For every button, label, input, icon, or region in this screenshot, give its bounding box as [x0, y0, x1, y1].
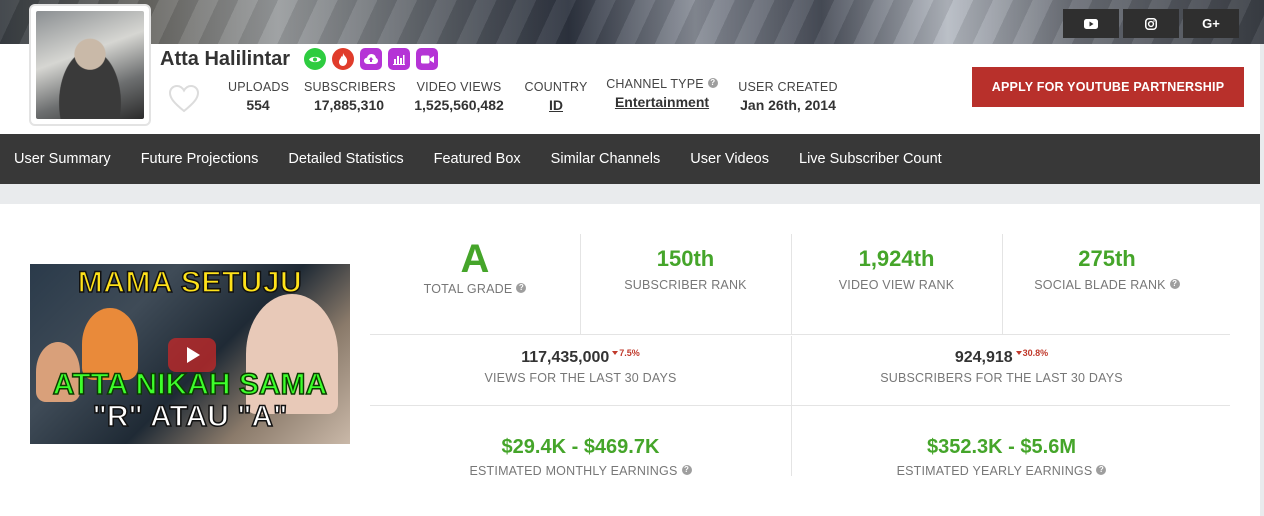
thumbnail-line2: ATTA NIKAH SAMA: [52, 367, 328, 402]
play-icon[interactable]: [168, 338, 216, 372]
estimated-yearly-earnings: $352.3K - $5.6M ESTIMATED YEARLY EARNING…: [791, 436, 1212, 478]
stat-uploads: UPLOADS 554: [228, 80, 290, 113]
instagram-link[interactable]: [1123, 9, 1179, 38]
help-icon[interactable]: ?: [681, 465, 692, 475]
channel-badges: [304, 48, 438, 70]
nav-detailed-statistics[interactable]: Detailed Statistics: [288, 151, 403, 167]
total-grade: A TOTAL GRADE?: [370, 238, 580, 296]
nav-similar-channels[interactable]: Similar Channels: [551, 151, 661, 167]
thumbnail-line3: "R" ATAU "A": [92, 399, 288, 434]
googleplus-link[interactable]: G+: [1183, 9, 1239, 38]
views-last-30-days: 117,435,000 7.5% VIEWS FOR THE LAST 30 DA…: [484, 348, 677, 385]
nav-user-summary[interactable]: User Summary: [14, 151, 111, 167]
bar-chart-icon[interactable]: [388, 48, 410, 70]
googleplus-icon: G+: [1202, 16, 1220, 31]
video-camera-icon[interactable]: [416, 48, 438, 70]
app-root: G+ Atta Halilintar UPLOADS 554 SUBSCRIBE…: [0, 0, 1264, 516]
eye-icon[interactable]: [304, 48, 326, 70]
featured-video-thumbnail[interactable]: MAMA SETUJU ATTA NIKAH SAMA "R" ATAU "A": [30, 264, 350, 444]
nav-live-subscriber-count[interactable]: Live Subscriber Count: [799, 151, 942, 167]
main-nav: User Summary Future Projections Detailed…: [0, 134, 1260, 184]
nav-future-projections[interactable]: Future Projections: [141, 151, 259, 167]
help-icon[interactable]: ?: [707, 78, 718, 88]
apply-partnership-button[interactable]: APPLY FOR YOUTUBE PARTNERSHIP: [972, 67, 1244, 107]
heart-icon[interactable]: [168, 84, 200, 114]
nav-featured-box[interactable]: Featured Box: [434, 151, 521, 167]
country-link[interactable]: ID: [523, 97, 589, 113]
nav-user-videos[interactable]: User Videos: [690, 151, 769, 167]
avatar-image: [36, 11, 144, 119]
social-blade-rank: 275th SOCIAL BLADE RANK?: [1002, 246, 1212, 292]
help-icon[interactable]: ?: [516, 283, 527, 293]
subscribers-last-30-days: 924,918 30.8% SUBSCRIBERS FOR THE LAST 30…: [880, 348, 1123, 385]
subscriber-rank: 150th SUBSCRIBER RANK: [624, 246, 747, 292]
stat-country: COUNTRY ID: [523, 80, 589, 113]
help-icon[interactable]: ?: [1169, 279, 1180, 289]
channel-name: Atta Halilintar: [160, 48, 291, 70]
video-view-rank: 1,924th VIDEO VIEW RANK: [838, 246, 955, 292]
stat-subscribers: SUBSCRIBERS 17,885,310: [304, 80, 396, 113]
stat-user-created: USER CREATED Jan 26th, 2014: [738, 80, 838, 113]
stat-channel-type: CHANNEL TYPE? Entertainment: [600, 77, 724, 110]
decrease-indicator: 7.5%: [612, 348, 640, 358]
thumbnail-line1: MAMA SETUJU: [77, 265, 303, 300]
decrease-indicator: 30.8%: [1016, 348, 1049, 358]
stat-video-views: VIDEO VIEWS 1,525,560,482: [414, 80, 504, 113]
summary-card: MAMA SETUJU ATTA NIKAH SAMA "R" ATAU "A"…: [0, 204, 1260, 516]
help-icon[interactable]: ?: [1096, 465, 1107, 475]
youtube-icon: [1084, 18, 1098, 29]
fire-icon[interactable]: [332, 48, 354, 70]
estimated-monthly-earnings: $29.4K - $469.7K ESTIMATED MONTHLY EARNI…: [370, 436, 791, 478]
instagram-icon: [1145, 17, 1157, 30]
youtube-link[interactable]: [1063, 9, 1119, 38]
cloud-upload-icon[interactable]: [360, 48, 382, 70]
channel-type-link[interactable]: Entertainment: [600, 94, 724, 110]
avatar[interactable]: [29, 4, 151, 126]
